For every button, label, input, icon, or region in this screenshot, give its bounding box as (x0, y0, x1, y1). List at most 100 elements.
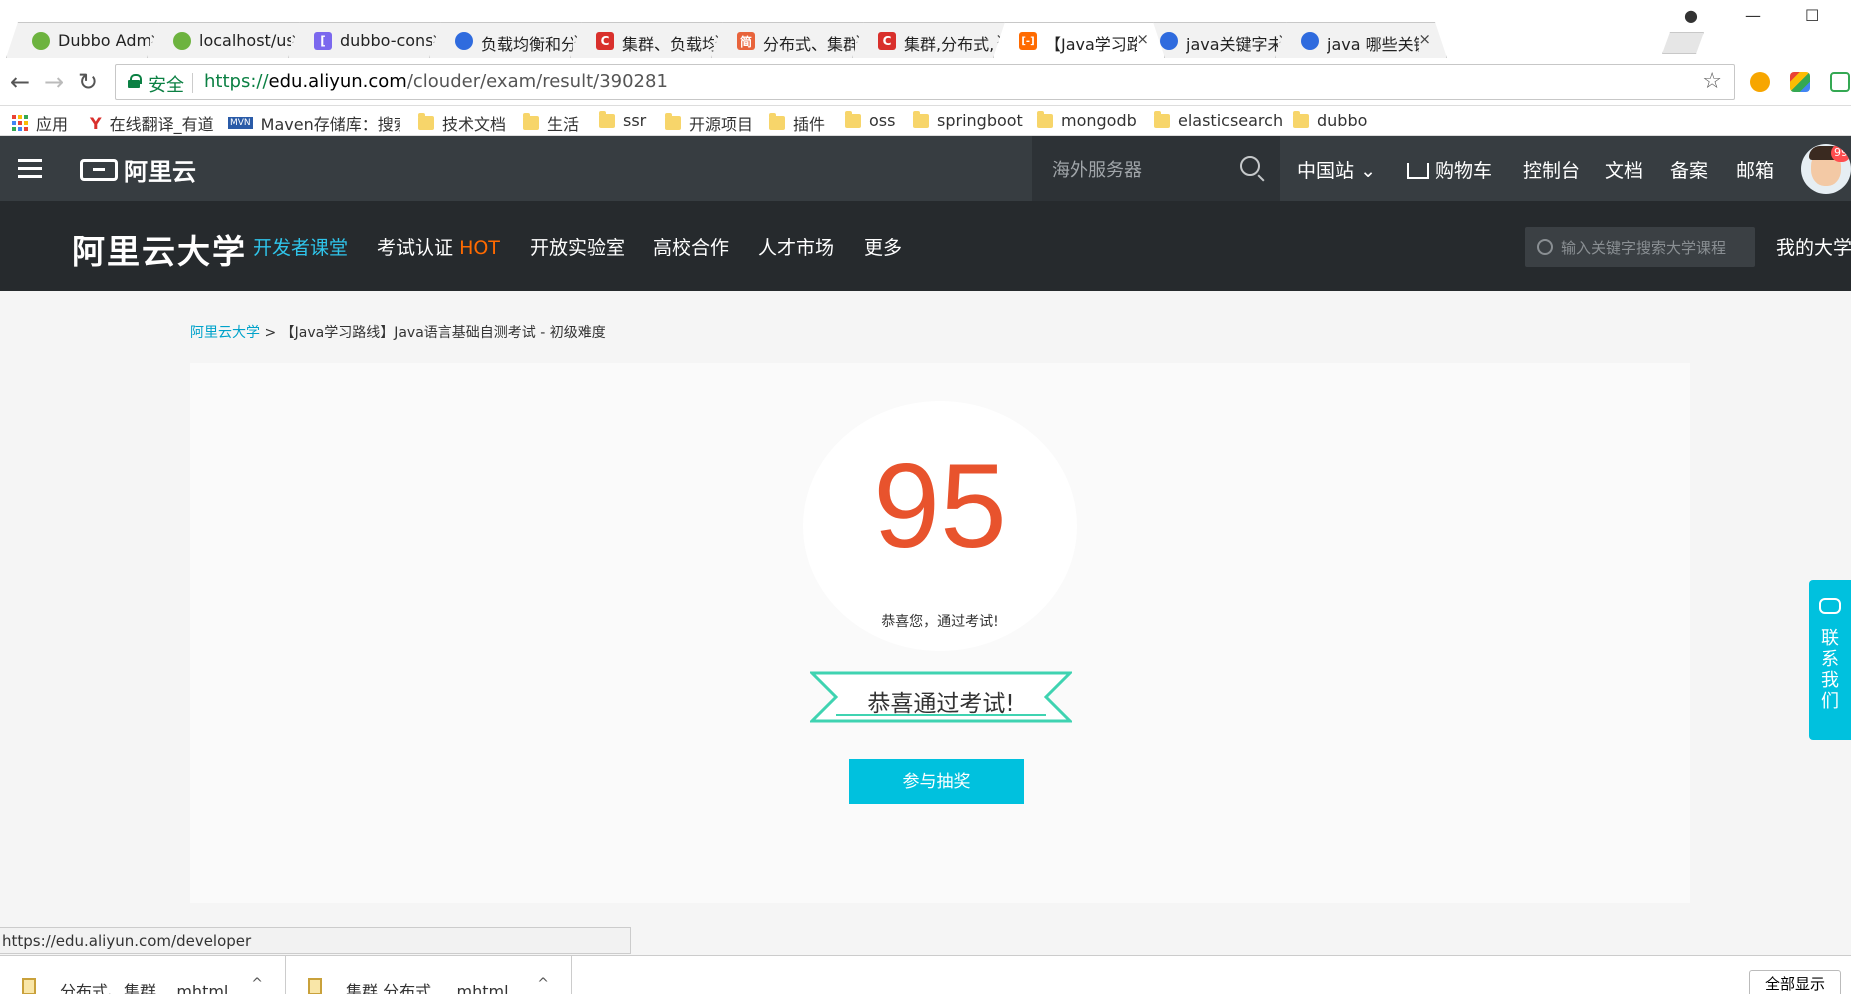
contact-label: 联系我们 (1821, 628, 1839, 712)
nav-developer-class[interactable]: 开发者课堂 (253, 233, 348, 260)
bookmark-label: 开源项目 (689, 115, 754, 134)
file-icon (22, 978, 36, 994)
breadcrumb: 阿里云大学 > 【Java学习路线】Java语言基础自测考试 - 初级难度 (190, 322, 606, 342)
url-text[interactable]: https://edu.aliyun.com/clouder/exam/resu… (204, 71, 668, 92)
docs-link[interactable]: 文档 (1605, 156, 1643, 183)
bookmark-folder-ssr[interactable]: ssr (599, 110, 647, 130)
bookmark-label: ssr (623, 111, 647, 130)
baidu-paw-icon (1301, 32, 1319, 50)
cart-label: 购物车 (1435, 160, 1493, 182)
console-link[interactable]: 控制台 (1523, 156, 1580, 183)
bookmark-folder-springboot[interactable]: springboot (913, 110, 1023, 130)
avatar[interactable]: 99 (1801, 144, 1851, 194)
show-all-downloads-button[interactable]: 全部显示 (1749, 970, 1841, 994)
bookmark-folder-oss[interactable]: oss (845, 110, 895, 130)
bookmark-label: mongodb (1061, 111, 1137, 130)
congrats-ribbon: 恭喜通过考试! (810, 671, 1072, 723)
close-icon[interactable]: × (1418, 30, 1431, 48)
folder-icon (418, 113, 434, 130)
beian-link[interactable]: 备案 (1670, 156, 1708, 183)
nav-university-cooperation[interactable]: 高校合作 (653, 233, 729, 260)
baidu-paw-icon (455, 32, 473, 50)
bookmark-apps[interactable]: 应用 (12, 111, 68, 135)
notification-badge: 99 (1831, 144, 1851, 162)
tab-title: 分布式、集群 (763, 35, 855, 54)
menu-icon[interactable] (18, 159, 42, 179)
downloads-shelf: 分布式、集群....mhtml ^ 集群,分布式,....mhtml ^ 全部显… (0, 955, 1851, 994)
tab-java-which-keyword[interactable]: java 哪些关键 × (1275, 22, 1447, 58)
minimize-icon[interactable]: — (1745, 6, 1761, 25)
chevron-up-icon[interactable]: ^ (537, 976, 549, 992)
reload-icon[interactable]: ↻ (78, 68, 98, 96)
mvn-icon: MVN (228, 117, 253, 129)
contact-us-tab[interactable]: 联系我们 (1809, 580, 1851, 740)
back-icon[interactable]: ← (10, 68, 30, 96)
top-search-box[interactable]: 海外服务器 (1032, 136, 1280, 201)
bookmark-folder-dubbo[interactable]: dubbo (1293, 110, 1367, 130)
bookmarks-bar: 应用 Y 在线翻译_有道 MVN Maven存储库：搜索 技术文档 生活 ssr… (0, 106, 1851, 136)
tab-title: 负载均衡和分 (481, 35, 573, 54)
spring-leaf-icon (32, 32, 50, 50)
search-icon[interactable] (1240, 156, 1260, 176)
aliyun-logo[interactable]: 阿里云 (80, 152, 196, 187)
bookmark-folder-elasticsearch[interactable]: elasticsearch (1154, 110, 1283, 130)
bookmark-star-icon[interactable]: ☆ (1702, 69, 1722, 94)
maximize-icon[interactable]: ☐ (1805, 6, 1819, 25)
download-item[interactable]: 集群,分布式,....mhtml ^ (286, 956, 572, 994)
omnibox[interactable]: 安全 https://edu.aliyun.com/clouder/exam/r… (115, 64, 1735, 100)
bookmark-label: springboot (937, 111, 1023, 130)
bookmark-label: 技术文档 (442, 115, 507, 134)
nav-talent-market[interactable]: 人才市场 (758, 233, 834, 260)
bookmark-label: 插件 (793, 115, 826, 134)
bookmark-folder-plugins[interactable]: 插件 (769, 111, 825, 135)
bookmark-youdao[interactable]: Y 在线翻译_有道 (90, 111, 214, 135)
nav-exam-certification[interactable]: 考试认证 HOT (377, 233, 500, 260)
bookmark-folder-tech-docs[interactable]: 技术文档 (418, 111, 506, 135)
bookmark-folder-mongodb[interactable]: mongodb (1037, 110, 1137, 130)
ribbon-text: 恭喜通过考试! (867, 691, 1015, 717)
csdn-c-icon: C (878, 32, 896, 50)
folder-icon (665, 113, 681, 130)
extension-color-icon[interactable] (1790, 72, 1810, 92)
university-brand[interactable]: 阿里云大学 (72, 225, 247, 273)
bookmark-maven[interactable]: MVN Maven存储库：搜索 (228, 111, 400, 135)
browser-tab-strip: Dubbo Adm × localhost/us × [ dubbo-cons … (0, 0, 1851, 58)
extension-green-icon[interactable] (1830, 72, 1850, 92)
download-name: 分布式、集群....mhtml (60, 982, 229, 994)
tab-title: 集群、负载均 (622, 35, 714, 54)
join-lottery-button[interactable]: 参与抽奖 (849, 759, 1024, 804)
extension-infinity-icon[interactable] (1750, 72, 1770, 92)
forward-icon[interactable]: → (44, 68, 64, 96)
bookmark-label: Maven存储库：搜索 (260, 115, 400, 134)
url-host: edu.aliyun.com (268, 71, 407, 92)
spring-leaf-icon (173, 32, 191, 50)
nav-more[interactable]: 更多 (864, 233, 902, 260)
profile-icon[interactable]: ● (1684, 6, 1698, 25)
url-protocol: https:// (204, 71, 269, 92)
my-university-link[interactable]: 我的大学 (1776, 233, 1851, 260)
close-icon[interactable]: × (1136, 30, 1149, 48)
course-search-input[interactable]: 输入关键字搜索大学课程 (1525, 227, 1755, 267)
chevron-up-icon[interactable]: ^ (251, 976, 263, 992)
search-placeholder: 海外服务器 (1052, 160, 1142, 181)
breadcrumb-root-link[interactable]: 阿里云大学 (190, 325, 260, 341)
new-tab-button[interactable] (1662, 32, 1704, 54)
download-item[interactable]: 分布式、集群....mhtml ^ (0, 956, 286, 994)
chevron-down-icon: ⌄ (1360, 160, 1376, 182)
search-icon (1537, 239, 1553, 255)
tab-java-learning-active[interactable]: [-] 【Java学习路 × (993, 22, 1165, 58)
cart-link[interactable]: 购物车 (1407, 156, 1492, 183)
file-icon (308, 978, 322, 994)
tab-title: 集群,分布式, (904, 35, 995, 54)
folder-icon (1037, 110, 1053, 128)
bookmark-label: 生活 (547, 115, 580, 134)
url-path: /clouder/exam/result/390281 (406, 71, 668, 92)
bracket-icon: [ (314, 32, 332, 50)
bookmark-folder-open-source[interactable]: 开源项目 (665, 111, 753, 135)
bookmark-folder-life[interactable]: 生活 (523, 111, 579, 135)
mail-link[interactable]: 邮箱 (1736, 156, 1774, 183)
region-selector[interactable]: 中国站 ⌄ (1297, 156, 1376, 183)
nav-open-lab[interactable]: 开放实验室 (530, 233, 625, 260)
breadcrumb-separator: > (264, 325, 277, 341)
aliyun-top-nav: 阿里云 海外服务器 中国站 ⌄ 购物车 控制台 文档 备案 邮箱 99 (0, 136, 1851, 201)
